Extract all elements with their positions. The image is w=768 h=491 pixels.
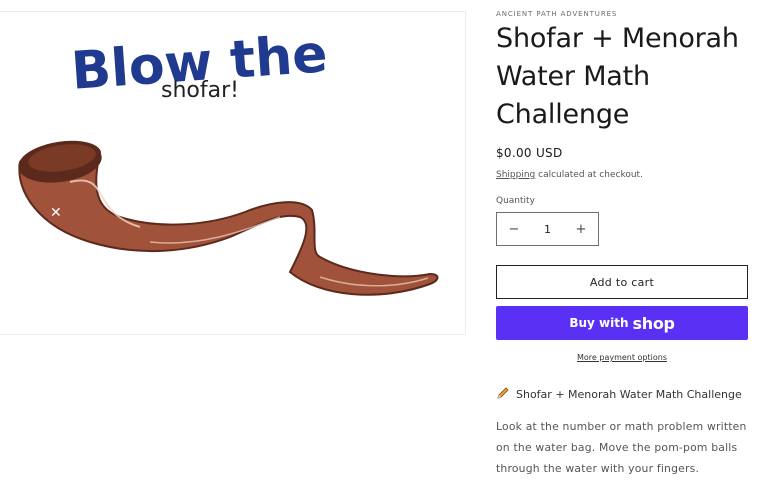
quantity-label: Quantity bbox=[496, 196, 535, 206]
description-heading: Shofar + Menorah Water Math Challenge bbox=[496, 386, 742, 403]
product-description: Look at the number or math problem writt… bbox=[496, 420, 747, 475]
shop-logo: shop bbox=[632, 313, 675, 333]
shofar-illustration: Blow the shofar! ✕ ✕ bbox=[18, 24, 439, 314]
product-image[interactable]: Blow the shofar! ✕ ✕ bbox=[0, 11, 466, 335]
subheadline-text: shofar! bbox=[161, 78, 239, 103]
buy-with-label: Buy with bbox=[569, 316, 629, 330]
svg-text:✕: ✕ bbox=[50, 205, 62, 221]
description-heading-text: Shofar + Menorah Water Math Challenge bbox=[516, 388, 742, 401]
buy-with-shop-button[interactable]: Buy with shop bbox=[496, 306, 748, 340]
quantity-stepper: − 1 + bbox=[496, 212, 599, 246]
product-title: Shofar + Menorah Water Math Challenge bbox=[496, 23, 739, 130]
increase-quantity-button[interactable]: + bbox=[564, 222, 598, 237]
product-price: $0.00 USD bbox=[496, 146, 563, 160]
pencil-icon bbox=[496, 386, 510, 403]
shipping-suffix: calculated at checkout. bbox=[535, 170, 643, 180]
more-payment-options-link[interactable]: More payment options bbox=[577, 353, 667, 362]
quantity-input[interactable]: 1 bbox=[531, 223, 564, 236]
more-payment-options: More payment options bbox=[496, 353, 748, 362]
decrease-quantity-button[interactable]: − bbox=[497, 222, 531, 237]
add-to-cart-button[interactable]: Add to cart bbox=[496, 265, 748, 299]
shipping-link[interactable]: Shipping bbox=[496, 170, 535, 180]
vendor-name: ANCIENT PATH ADVENTURES bbox=[496, 10, 618, 18]
svg-text:✕: ✕ bbox=[262, 249, 272, 263]
shipping-note: Shipping calculated at checkout. bbox=[496, 170, 643, 180]
